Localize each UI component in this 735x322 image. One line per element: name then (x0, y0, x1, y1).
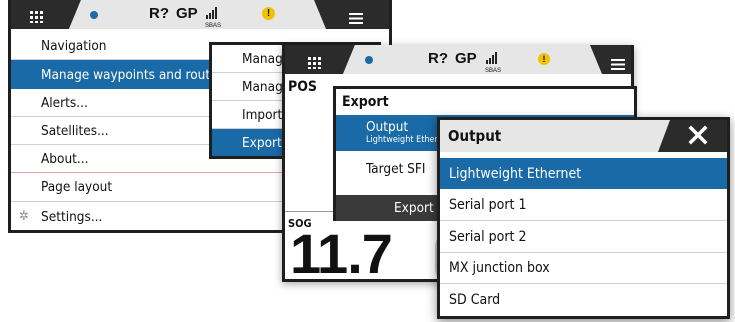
output-dialog: Output Lightweight Ethernet Serial port … (437, 117, 730, 319)
status-gp-label: GP (455, 50, 477, 67)
output-option-serial-port-2[interactable]: Serial port 2 (440, 221, 727, 253)
output-option-label: Serial port 2 (449, 228, 527, 245)
status-bar-background (11, 0, 389, 29)
menu-item-label: Manage waypoints and routes (41, 66, 224, 83)
pos-label: POS (288, 79, 318, 95)
close-icon[interactable] (688, 125, 708, 145)
status-gp-label: GP (176, 5, 198, 22)
warning-icon[interactable]: ! (262, 7, 275, 20)
output-option-label: MX junction box (449, 260, 550, 276)
sog-value: 11.7 (290, 222, 393, 282)
output-dialog-header: Output (440, 120, 727, 152)
gear-icon: ✲ (19, 209, 29, 224)
output-option-serial-port-1[interactable]: Serial port 1 (440, 189, 727, 221)
warning-icon[interactable]: ! (538, 53, 550, 65)
output-label: Output (366, 119, 409, 135)
menu-item-label: Satellites... (41, 122, 109, 139)
menu-item-label: About... (41, 150, 89, 167)
output-dialog-title: Output (448, 127, 502, 145)
output-option-label: Serial port 1 (449, 196, 527, 213)
status-bar: R? GP SBAS ! (11, 0, 389, 29)
submenu-item-label: Import (242, 106, 283, 123)
menu-item-label: Alerts... (41, 94, 88, 111)
menu-item-label: Navigation (41, 37, 107, 54)
output-option-sd-card[interactable]: SD Card (440, 284, 727, 315)
signal-bars-icon: SBAS (205, 4, 221, 29)
warning-glyph: ! (542, 54, 546, 64)
output-options: Lightweight Ethernet Serial port 1 Seria… (440, 158, 727, 316)
status-r-label: R? (428, 50, 448, 67)
export-dialog-title: Export (342, 94, 389, 110)
signal-bars-icon: SBAS (485, 49, 501, 74)
status-r-label: R? (149, 5, 169, 22)
gps-dot-icon (90, 11, 98, 19)
menu-item-label: Page layout (41, 179, 113, 195)
menu-icon[interactable] (611, 55, 625, 70)
target-sfi-label: Target SFI (366, 161, 426, 177)
output-option-mx-junction-box[interactable]: MX junction box (440, 253, 727, 284)
grid-icon[interactable] (308, 54, 322, 69)
menu-item-label: Settings... (41, 208, 103, 225)
output-option-label: Lightweight Ethernet (449, 165, 582, 182)
grid-icon[interactable] (30, 8, 44, 23)
export-button-label: Export (394, 200, 434, 216)
status-bar-2: R? GP SBAS ! (285, 45, 631, 74)
output-option-label: SD Card (449, 291, 501, 308)
gps-dot-icon (365, 56, 373, 64)
submenu-item-label: Export (242, 134, 282, 151)
warning-glyph: ! (266, 8, 271, 19)
output-option-lightweight-ethernet[interactable]: Lightweight Ethernet (440, 158, 727, 189)
menu-icon[interactable] (349, 9, 363, 24)
sbas-label: SBAS (485, 68, 502, 74)
